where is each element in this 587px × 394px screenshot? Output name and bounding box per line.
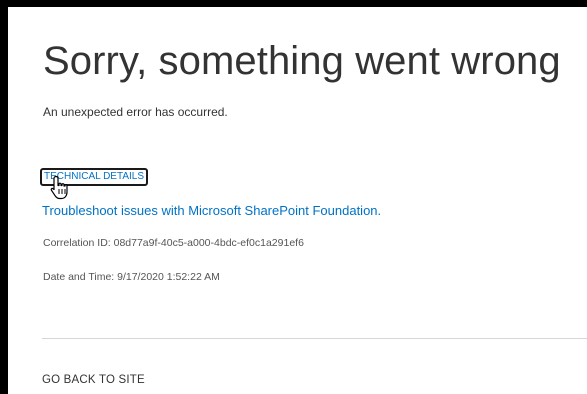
divider: [42, 338, 587, 339]
go-back-to-site-link[interactable]: GO BACK TO SITE: [42, 374, 145, 386]
page-title: Sorry, something went wrong: [43, 39, 561, 83]
error-page: Sorry, something went wrong An unexpecte…: [8, 7, 587, 394]
technical-details-link[interactable]: TECHNICAL DETAILS: [40, 168, 149, 186]
date-and-time: Date and Time: 9/17/2020 1:52:22 AM: [43, 271, 220, 283]
error-message: An unexpected error has occurred.: [43, 105, 228, 119]
correlation-id: Correlation ID: 08d77a9f-40c5-a000-4bdc-…: [43, 237, 304, 249]
troubleshoot-link[interactable]: Troubleshoot issues with Microsoft Share…: [42, 203, 381, 218]
